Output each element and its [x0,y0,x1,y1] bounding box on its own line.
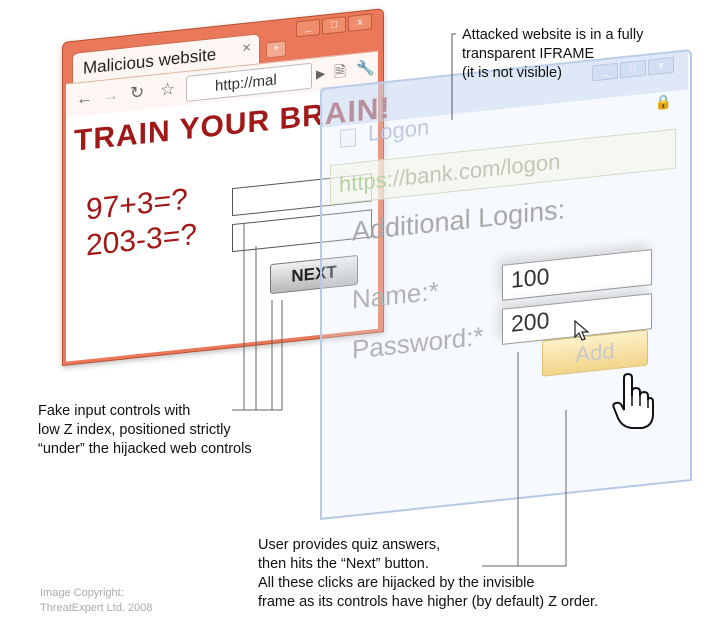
iframe-note: Attacked website is in a fully transpare… [462,26,643,83]
iframe-note-line: (it is not visible) [462,65,562,81]
clickjacking-diagram: Malicious website × + _ □ x ← → ↻ ☆ http… [0,0,726,644]
fake-controls-note-line: Fake input controls with [38,403,191,419]
fake-controls-note-line: “under” the hijacked web controls [38,441,252,457]
iframe-note-line: Attacked website is in a fully [462,27,644,43]
fake-controls-note-line: low Z index, positioned strictly [38,422,231,438]
clicks-note-line: All these clicks are hijacked by the inv… [258,575,535,591]
fake-controls-note: Fake input controls with low Z index, po… [38,402,252,459]
copyright-line: ThreatExpert Ltd. 2008 [40,602,153,614]
iframe-note-line: transparent IFRAME [462,46,595,62]
copyright-notice: Image Copyright: ThreatExpert Ltd. 2008 [40,586,153,616]
clicks-note-line: User provides quiz answers, [258,537,441,553]
clicks-note-line: frame as its controls have higher (by de… [258,594,599,610]
copyright-line: Image Copyright: [40,587,124,599]
clicks-note-line: then hits the “Next” button. [258,556,429,572]
clicks-hijacked-note: User provides quiz answers, then hits th… [258,536,598,612]
